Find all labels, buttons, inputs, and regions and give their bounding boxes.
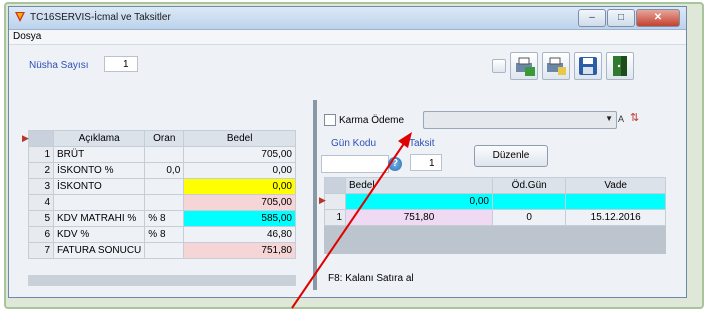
maximize-button[interactable]: □ [607, 9, 635, 27]
col-header-no [28, 130, 54, 147]
col-header-oran: Oran [144, 130, 185, 147]
table-row[interactable]: 0,00 [324, 193, 666, 210]
row-number: 5 [28, 210, 54, 227]
cell-aciklama[interactable]: KDV % [52, 226, 146, 243]
cell-bedel[interactable]: 46,80 [183, 226, 296, 243]
col-header-vade: Vade [565, 177, 666, 194]
row-pointer-icon: ▶ [319, 195, 326, 205]
row-pointer-icon: ▶ [22, 133, 29, 143]
menu-bar: Dosya [9, 30, 686, 45]
cell-aciklama[interactable]: BRÜT [52, 146, 146, 163]
a-label: A [618, 114, 625, 124]
row-number: 1 [324, 209, 346, 226]
taksit-input[interactable]: 1 [410, 154, 442, 171]
cell-aciklama[interactable] [52, 194, 146, 211]
help-icon[interactable]: ? [388, 157, 402, 171]
taksit-table: ▶ Bedel Öd.Gün Vade 0,00 1 751,80 0 15.1… [319, 177, 666, 226]
cell-bedel[interactable]: 585,00 [183, 210, 296, 227]
cell-aciklama[interactable]: İSKONTO [52, 178, 146, 195]
taksit-label: Taksit [409, 138, 435, 149]
nusha-input[interactable]: 1 [104, 56, 138, 72]
cell-oran[interactable]: % 8 [144, 226, 185, 243]
cell-vade[interactable] [565, 193, 666, 210]
cell-odgun[interactable]: 0 [491, 209, 567, 226]
printer-icon [516, 57, 535, 76]
toolbar [492, 52, 634, 80]
cell-vade[interactable]: 15.12.2016 [565, 209, 666, 226]
print-button[interactable] [510, 52, 538, 80]
title-bar[interactable]: TC16SERVIS-İcmal ve Taksitler – □ ✕ [9, 7, 686, 30]
checkbox-toggle[interactable] [492, 59, 506, 73]
panel-splitter[interactable] [313, 100, 317, 290]
row-number: 7 [28, 242, 54, 259]
table-row[interactable]: 1 751,80 0 15.12.2016 [324, 209, 666, 226]
sort-az-icon[interactable]: ⇅ [630, 111, 639, 124]
table-header-row: Açıklama Oran Bedel [28, 130, 296, 147]
row-number: 3 [28, 178, 54, 195]
table-row[interactable]: 4 705,00 [28, 194, 296, 211]
cell-bedel[interactable]: 705,00 [183, 146, 296, 163]
cell-oran[interactable] [144, 178, 185, 195]
f8-hint: F8: Kalanı Satıra al [328, 273, 414, 284]
row-number: 1 [28, 146, 54, 163]
exit-door-icon [613, 56, 627, 76]
row-number: 6 [28, 226, 54, 243]
duzenle-button[interactable]: Düzenle [474, 145, 548, 167]
cell-bedel[interactable]: 0,00 [183, 162, 296, 179]
nusha-label: Nüsha Sayısı [29, 60, 89, 71]
karma-odeme-label: Karma Ödeme [339, 114, 405, 126]
gun-kodu-label: Gün Kodu [331, 138, 377, 149]
cell-bedel[interactable]: 705,00 [183, 194, 296, 211]
print-preview-icon [547, 57, 566, 75]
cell-oran[interactable] [144, 242, 185, 259]
cell-oran[interactable] [144, 194, 185, 211]
col-header-aciklama: Açıklama [52, 130, 146, 147]
col-header-odgun: Öd.Gün [491, 177, 567, 194]
karma-odeme-option[interactable]: Karma Ödeme [324, 114, 404, 126]
odeme-select[interactable]: ▼ [423, 111, 617, 129]
cell-bedel[interactable]: 0,00 [183, 178, 296, 195]
karma-odeme-checkbox[interactable] [324, 114, 336, 126]
cell-bedel[interactable]: 751,80 [345, 209, 493, 226]
app-logo-icon [15, 12, 25, 22]
preview-button[interactable] [542, 52, 570, 80]
save-icon [579, 57, 597, 75]
cell-aciklama[interactable]: KDV MATRAHI % [52, 210, 146, 227]
table-header-row: Bedel Öd.Gün Vade [324, 177, 666, 194]
table-scrollbar[interactable] [28, 275, 296, 286]
col-header-bedel: Bedel [183, 130, 296, 147]
cell-aciklama[interactable]: FATURA SONUCU [52, 242, 146, 259]
col-header-no [324, 177, 346, 194]
cell-aciklama[interactable]: İSKONTO % [52, 162, 146, 179]
gun-kodu-input[interactable] [321, 155, 389, 173]
col-header-bedel: Bedel [345, 177, 493, 194]
cell-odgun[interactable] [491, 193, 567, 210]
cell-oran[interactable] [144, 146, 185, 163]
table-row[interactable]: 5 KDV MATRAHI % % 8 585,00 [28, 210, 296, 227]
minimize-button[interactable]: – [578, 9, 606, 27]
cell-oran[interactable]: % 8 [144, 210, 185, 227]
close-button[interactable]: ✕ [636, 9, 680, 27]
table-row[interactable]: 7 FATURA SONUCU 751,80 [28, 242, 296, 259]
table-empty-area [324, 226, 666, 254]
table-row[interactable]: 6 KDV % % 8 46,80 [28, 226, 296, 243]
cell-bedel[interactable]: 751,80 [183, 242, 296, 259]
menu-dosya[interactable]: Dosya [13, 31, 41, 42]
table-row[interactable]: 1 BRÜT 705,00 [28, 146, 296, 163]
cell-bedel[interactable]: 0,00 [345, 193, 493, 210]
cell-oran[interactable]: 0,0 [144, 162, 185, 179]
table-row[interactable]: 2 İSKONTO % 0,0 0,00 [28, 162, 296, 179]
summary-table: ▶ Açıklama Oran Bedel 1 BRÜT 705,00 2 İS… [22, 130, 296, 259]
save-button[interactable] [574, 52, 602, 80]
exit-button[interactable] [606, 52, 634, 80]
window-title: TC16SERVIS-İcmal ve Taksitler [30, 12, 171, 23]
table-row[interactable]: 3 İSKONTO 0,00 [28, 178, 296, 195]
chevron-down-icon[interactable]: ▼ [605, 114, 613, 123]
row-number [324, 193, 346, 210]
row-number: 2 [28, 162, 54, 179]
row-number: 4 [28, 194, 54, 211]
